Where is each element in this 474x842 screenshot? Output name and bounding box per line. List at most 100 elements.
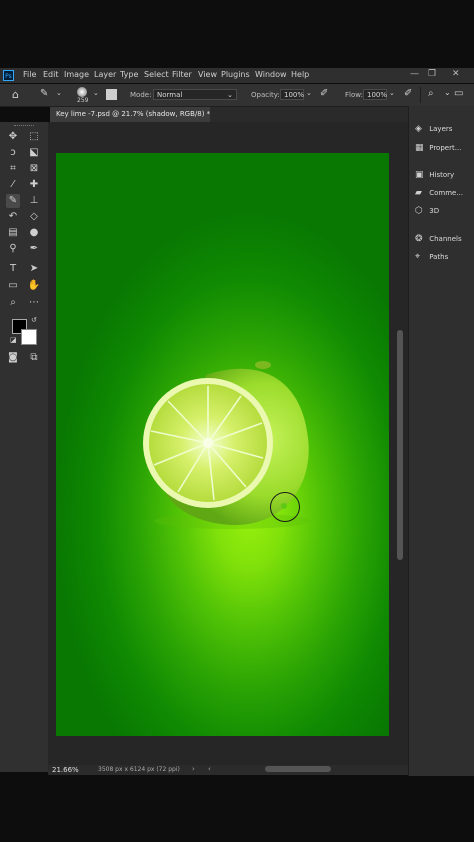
background-color-swatch[interactable]	[21, 329, 37, 345]
status-chevron-icon[interactable]: ›	[192, 765, 195, 773]
chevron-down-icon[interactable]: ⌄	[306, 89, 312, 97]
menu-bar: Ps File Edit Image Layer Type Select Fil…	[0, 68, 474, 83]
document-canvas[interactable]	[56, 153, 389, 736]
menu-help[interactable]: Help	[291, 70, 309, 79]
document-tab-bar: Key lime -7.psd @ 21.7% (shadow, RGB/8) …	[50, 107, 408, 122]
eraser-icon[interactable]: ◇	[27, 210, 41, 224]
brush-cursor-center	[281, 503, 287, 509]
panel-properties[interactable]: ▦ Propert...	[415, 143, 461, 153]
chevron-down-icon[interactable]: ⌄	[93, 89, 99, 97]
panel-history[interactable]: ▣ History	[415, 170, 454, 180]
tools-panel: ✥ ⬚ ↄ ⬕ ⌗ ⊠ ⁄ ✚ ✎ ⊥ ↶ ◇ ▤ ● ⚲ ✒ T ➤ ▭ ✋ …	[0, 122, 48, 772]
brush-icon[interactable]: ✎	[40, 88, 48, 99]
workspace-icon[interactable]: ▭	[454, 88, 463, 99]
opacity-field[interactable]: 100%	[280, 89, 304, 100]
panel-3d[interactable]: ⬡ 3D	[415, 206, 439, 216]
panel-label: Paths	[429, 253, 449, 261]
cube-icon: ⬡	[415, 206, 423, 216]
search-icon[interactable]: ⌕	[428, 88, 434, 99]
vertical-scrollbar[interactable]	[397, 330, 403, 560]
zoom-icon[interactable]: ⌕	[6, 296, 20, 310]
gradient-icon[interactable]: ▤	[6, 226, 20, 240]
lasso-icon[interactable]: ↄ	[6, 146, 20, 160]
horizontal-scrollbar[interactable]	[265, 766, 331, 772]
mode-select[interactable]: Normal ⌄	[153, 89, 237, 100]
chevron-down-icon[interactable]: ⌄	[389, 89, 395, 97]
panel-label: Comme...	[429, 189, 464, 197]
paths-icon: ⌖	[415, 252, 421, 262]
zoom-level[interactable]: 21.66%	[52, 766, 79, 774]
airbrush-icon[interactable]: ✐	[404, 88, 412, 99]
flow-field[interactable]: 100%	[363, 89, 387, 100]
menu-window[interactable]: Window	[255, 70, 287, 79]
pen-icon[interactable]: ✒	[27, 242, 41, 256]
brush-preset-icon[interactable]	[77, 87, 87, 97]
hand-icon[interactable]: ✋	[27, 279, 41, 293]
layers-icon: ◈	[415, 124, 422, 134]
lime-image	[143, 361, 310, 529]
mode-label: Mode:	[130, 91, 152, 99]
stamp-icon[interactable]: ⊥	[27, 194, 41, 208]
panel-paths[interactable]: ⌖ Paths	[415, 252, 448, 262]
document-title: Key lime -7.psd @ 21.7% (shadow, RGB/8) …	[56, 110, 211, 118]
status-bar: 21.66% 3508 px x 6124 px (72 ppi) › ‹	[48, 765, 408, 775]
healing-icon[interactable]: ✚	[27, 178, 41, 192]
brush-tool-icon[interactable]: ✎	[6, 194, 20, 208]
minimize-icon[interactable]: —	[410, 69, 419, 79]
menu-view[interactable]: View	[198, 70, 217, 79]
scroll-left-icon[interactable]: ‹	[208, 765, 211, 773]
menu-type[interactable]: Type	[120, 70, 138, 79]
menu-filter[interactable]: Filter	[172, 70, 192, 79]
menu-select[interactable]: Select	[144, 70, 169, 79]
marquee-icon[interactable]: ⬚	[27, 130, 41, 144]
chevron-down-icon[interactable]: ⌄	[56, 89, 62, 97]
panel-label: Channels	[429, 235, 462, 243]
default-colors-icon[interactable]: ◪	[10, 336, 17, 344]
panel-label: Layers	[429, 125, 453, 133]
toolbar-grip[interactable]	[14, 125, 34, 128]
restore-icon[interactable]: ❐	[428, 69, 436, 79]
dodge-icon[interactable]: ⚲	[6, 242, 20, 256]
move-icon[interactable]: ✥	[6, 130, 20, 144]
menu-plugins[interactable]: Plugins	[221, 70, 250, 79]
opacity-label: Opacity:	[251, 91, 280, 99]
panel-label: 3D	[429, 207, 440, 215]
blur-icon[interactable]: ●	[27, 226, 41, 240]
object-selection-icon[interactable]: ⬕	[27, 146, 41, 160]
menu-layer[interactable]: Layer	[94, 70, 116, 79]
quick-mask-icon[interactable]: ◙	[6, 351, 20, 365]
chevron-down-icon: ⌄	[227, 91, 233, 99]
history-icon: ▣	[415, 170, 424, 180]
panel-layers[interactable]: ◈ Layers	[415, 124, 452, 134]
options-bar: ⌂ ✎ ⌄ 259 ⌄ Mode: Normal ⌄ Opacity: 100%…	[0, 84, 474, 107]
brush-settings-icon[interactable]	[106, 89, 117, 100]
home-icon[interactable]: ⌂	[12, 88, 19, 101]
panel-comments[interactable]: ▰ Comme...	[415, 188, 463, 198]
brush-size-label: 259	[77, 97, 89, 104]
opacity-value: 100%	[284, 91, 305, 99]
panel-label: Propert...	[429, 144, 462, 152]
mode-value: Normal	[157, 91, 183, 99]
swap-colors-icon[interactable]: ↺	[31, 316, 37, 324]
menu-image[interactable]: Image	[64, 70, 89, 79]
frame-icon[interactable]: ⊠	[27, 162, 41, 176]
panel-dock: ◈ Layers ▦ Propert... ▣ History ▰ Comme.…	[408, 106, 474, 776]
pressure-opacity-icon[interactable]: ✐	[320, 88, 328, 99]
chevron-down-icon[interactable]: ⌄	[444, 88, 451, 97]
close-icon[interactable]: ✕	[452, 69, 460, 79]
history-brush-icon[interactable]: ↶	[6, 210, 20, 224]
eyedropper-icon[interactable]: ⁄	[6, 178, 20, 192]
divider	[420, 87, 421, 103]
type-icon[interactable]: T	[6, 262, 20, 276]
menu-file[interactable]: File	[23, 70, 36, 79]
path-selection-icon[interactable]: ➤	[27, 262, 41, 276]
photoshop-logo-icon: Ps	[3, 70, 14, 81]
rectangle-icon[interactable]: ▭	[6, 279, 20, 293]
screen-mode-icon[interactable]: ⧉	[27, 351, 41, 365]
panel-channels[interactable]: ❂ Channels	[415, 234, 462, 244]
document-tab[interactable]: Key lime -7.psd @ 21.7% (shadow, RGB/8) …	[50, 107, 210, 122]
crop-icon[interactable]: ⌗	[6, 162, 20, 176]
menu-edit[interactable]: Edit	[43, 70, 59, 79]
more-tools-icon[interactable]: ⋯	[27, 296, 41, 310]
panel-label: History	[429, 171, 455, 179]
